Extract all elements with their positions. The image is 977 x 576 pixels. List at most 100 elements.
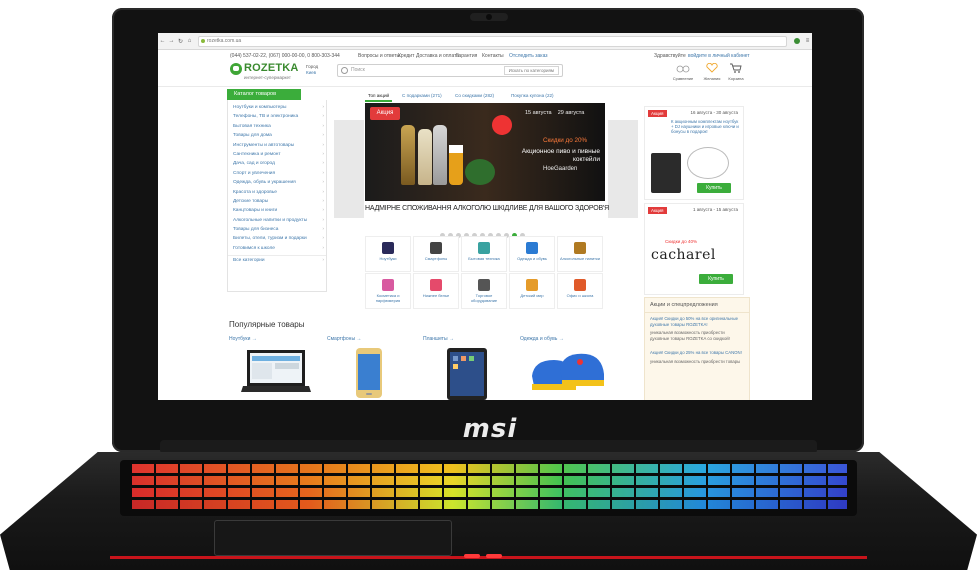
top-link[interactable]: Кредит — [398, 53, 414, 59]
category-tile[interactable]: Торговое оборудование — [461, 273, 507, 309]
category-icon — [430, 279, 442, 291]
category-tile[interactable]: Смартфоны — [413, 236, 459, 272]
all-categories-link[interactable]: Все категории — [228, 255, 326, 266]
popular-category-link[interactable]: Планшеты → — [423, 336, 513, 342]
health-warning: НАДМІРНЕ СПОЖИВАННЯ АЛКОГОЛЮ ШКІДЛИВЕ ДЛ… — [365, 203, 609, 212]
top-link[interactable]: Контакты — [482, 53, 504, 59]
promo-tabs: Топ акций С подарками (271) Со скидками … — [365, 92, 603, 102]
catalog-item[interactable]: Красота и здоровье — [228, 188, 326, 197]
compare-label[interactable]: Сравнение — [668, 76, 698, 81]
category-icon — [526, 279, 538, 291]
promo-tag: Акция — [648, 207, 667, 214]
category-tile-label: Нижнее белье — [422, 293, 450, 298]
catalog-item[interactable]: Товары для бизнеса — [228, 225, 326, 234]
laptop-screen: ← → ↻ ⌂ rozetka.com.ua ≡ (044) 537-02-22… — [158, 33, 812, 400]
banner-next-slide[interactable] — [608, 120, 638, 218]
category-tile[interactable]: Нижнее белье — [413, 273, 459, 309]
search-icon[interactable] — [341, 67, 348, 74]
back-icon[interactable]: ← — [158, 38, 167, 44]
catalog-item[interactable]: Ноутбуки и компьютеры — [228, 103, 326, 112]
popular-category-link[interactable]: Ноутбуки → — [229, 336, 319, 342]
catalog-item[interactable]: Дача, сад и огород — [228, 159, 326, 168]
catalog-item[interactable]: Одежда, обувь и украшения — [228, 178, 326, 187]
category-tile-label: Одежда и обувь — [517, 256, 547, 261]
tab-coupons[interactable]: Покупка купона (22) — [508, 92, 557, 100]
tab-discounts[interactable]: Со скидками (282) — [452, 92, 497, 100]
reload-icon[interactable]: ↻ — [176, 38, 185, 45]
buy-button[interactable]: Купить — [699, 274, 733, 284]
catalog-item[interactable]: Готовимся к школе — [228, 244, 326, 253]
city-value[interactable]: Киев — [306, 70, 316, 75]
category-tile[interactable]: Бытовая техника — [461, 236, 507, 272]
home-icon[interactable]: ⌂ — [185, 38, 194, 44]
category-tile[interactable]: Детский мир — [509, 273, 555, 309]
cart-label[interactable]: Корзина — [721, 76, 751, 81]
promo-text[interactable]: К акционным комплектам ноутбук + DJ науш… — [671, 119, 741, 134]
search-input[interactable]: Поиск — [351, 67, 365, 73]
login-link[interactable]: войдите в личный кабинет — [688, 53, 750, 59]
rozetka-logo-icon[interactable] — [230, 63, 242, 75]
catalog-item[interactable]: Канцтовары и книги — [228, 206, 326, 215]
tab-gifts[interactable]: С подарками (271) — [399, 92, 445, 100]
popular-category-link[interactable]: Одежда и обувь → — [520, 336, 610, 342]
tab-top[interactable]: Топ акций — [365, 92, 393, 102]
forward-icon[interactable]: → — [167, 38, 176, 44]
catalog-item[interactable]: Спорт и увлечения — [228, 169, 326, 178]
webcam — [470, 13, 508, 21]
top-link[interactable]: Вопросы и ответы — [358, 53, 400, 59]
popular-column: Одежда и обувь → — [520, 336, 610, 400]
catalog-button[interactable]: Каталог товаров — [227, 89, 301, 100]
catalog-item[interactable]: Алкогольные напитки и продукты — [228, 216, 326, 225]
amplifier-image — [651, 153, 681, 193]
banner-discount: Скидки до 20% — [543, 137, 588, 144]
promo-card[interactable]: Акция 1 августа - 15 августа Скидки до 4… — [644, 203, 744, 295]
category-tile[interactable]: Одежда и обувь — [509, 236, 555, 272]
category-tile[interactable]: Ноутбуки — [365, 236, 411, 272]
catalog-item[interactable]: Инструменты и автотовары — [228, 141, 326, 150]
track-order-link[interactable]: Отследить заказ — [509, 53, 548, 59]
catalog-item[interactable]: Товары для дома — [228, 131, 326, 140]
category-tile-label: Смартфоны — [424, 256, 448, 261]
popular-column: Планшеты → — [423, 336, 513, 400]
site-logo[interactable]: ROZETKA — [244, 62, 299, 74]
category-tile-label: Бытовая техника — [468, 256, 500, 261]
city-selector[interactable]: Город Киев — [306, 64, 318, 76]
category-tile[interactable]: Офис и школа — [557, 273, 603, 309]
category-tile[interactable]: Алкогольные напитки — [557, 236, 603, 272]
banner-prev-slide[interactable] — [334, 120, 364, 218]
extension-icon[interactable] — [794, 38, 800, 44]
tablet-product-image[interactable] — [445, 346, 489, 400]
promo-banner[interactable]: Акция 15 августа 29 августа Скидки до 20… — [365, 103, 605, 201]
category-tile[interactable]: Косметика и парфюмерия — [365, 273, 411, 309]
catalog-item[interactable]: Билеты, отели, туризм и подарки — [228, 234, 326, 243]
special-offer-link[interactable]: Акция! Скидки до 50% на все оригинальные… — [645, 313, 749, 327]
banner-decor — [465, 159, 495, 185]
catalog-item[interactable]: Сантехника и ремонт — [228, 150, 326, 159]
laptop-product-image[interactable] — [241, 346, 311, 400]
special-offer-link[interactable]: Акция! Скидки до 25% на все товары CANON… — [645, 347, 749, 356]
scales-icon[interactable] — [676, 63, 690, 73]
keyboard-row — [130, 476, 847, 485]
catalog-item[interactable]: Телефоны, ТВ и электроника — [228, 112, 326, 121]
cart-icon[interactable] — [729, 63, 743, 73]
catalog-item[interactable]: Бытовая техника — [228, 122, 326, 131]
keyboard-row — [130, 488, 847, 497]
search-box[interactable]: Поиск Искать по категориям — [337, 64, 563, 77]
catalog-item[interactable]: Детские товары — [228, 197, 326, 206]
search-scope-dropdown[interactable]: Искать по категориям — [503, 66, 559, 75]
browser-toolbar: ← → ↻ ⌂ rozetka.com.ua ≡ — [158, 33, 812, 50]
special-offers: Акции и спецпредложения Акция! Скидки до… — [644, 297, 750, 400]
category-icon — [574, 279, 586, 291]
heart-icon[interactable] — [705, 63, 719, 73]
top-link[interactable]: Доставка и оплата — [416, 53, 459, 59]
popular-category-link[interactable]: Смартфоны → — [327, 336, 417, 342]
top-link[interactable]: Гарантия — [456, 53, 477, 59]
address-bar[interactable]: rozetka.com.ua — [198, 35, 787, 47]
special-offer-note: уникальная возможность приобрести товары — [650, 358, 741, 364]
promo-card[interactable]: Акция 16 августа - 30 августа К акционны… — [644, 106, 744, 200]
buy-button[interactable]: Купить — [697, 183, 731, 193]
smartphone-product-image[interactable] — [354, 346, 384, 400]
menu-icon[interactable]: ≡ — [803, 38, 812, 44]
keyboard-row — [130, 500, 847, 509]
shoes-product-image[interactable] — [528, 346, 608, 400]
